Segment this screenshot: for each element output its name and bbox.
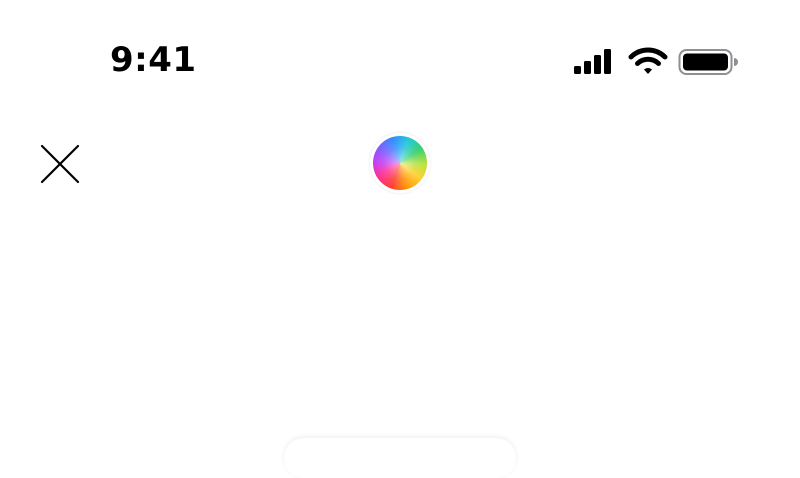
- status-time: 9:41: [110, 40, 197, 80]
- wifi-icon: [628, 47, 668, 74]
- status-icons: [572, 45, 742, 79]
- close-icon: [40, 144, 80, 184]
- close-button[interactable]: [34, 138, 86, 190]
- battery-icon: [678, 49, 738, 75]
- color-wheel-icon: [373, 136, 427, 190]
- cellular-signal-icon: [574, 49, 611, 74]
- status-bar: 9:41: [0, 0, 800, 110]
- bottom-sheet-handle[interactable]: [284, 438, 516, 478]
- color-picker-button[interactable]: [370, 133, 430, 193]
